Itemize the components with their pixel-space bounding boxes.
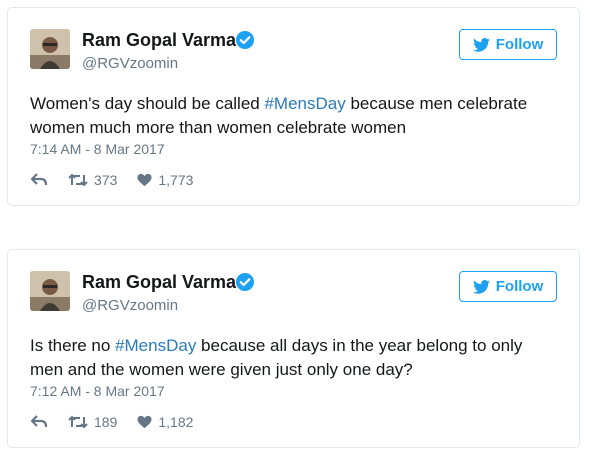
retweet-button[interactable]: 189 [68,414,117,430]
retweet-icon [68,415,88,429]
timestamp[interactable]: 7:12 AM - 8 Mar 2017 [30,383,165,399]
hashtag-link[interactable]: #MensDay [115,336,196,355]
tweet-text-start: Is there no [30,336,116,355]
retweet-icon [68,173,88,187]
retweet-count: 189 [94,414,118,430]
twitter-bird-icon [472,37,490,52]
avatar[interactable] [30,271,70,311]
avatar[interactable] [30,29,70,69]
reply-button[interactable] [30,173,48,187]
reply-button[interactable] [30,415,48,429]
author-handle[interactable]: @RGVzoomin [82,55,178,72]
like-button[interactable]: 1,773 [137,172,193,188]
like-count: 1,773 [158,172,194,188]
tweet-card: Ram Gopal Varma @RGVzoomin Follow Is the… [7,249,580,448]
tweet-text: Is there no #MensDay because all days in… [30,334,560,382]
tweet-actions: 373 1,773 [30,170,193,190]
retweet-button[interactable]: 373 [68,172,117,188]
tweet-text-start: Women's day should be called [30,94,265,113]
author-name[interactable]: Ram Gopal Varma [82,30,236,51]
tweet-card: Ram Gopal Varma @RGVzoomin Follow Women'… [7,7,580,206]
hashtag-link[interactable]: #MensDay [264,94,345,113]
follow-label: Follow [495,278,544,295]
follow-button[interactable]: Follow [459,271,557,302]
retweet-count: 373 [94,172,118,188]
follow-button[interactable]: Follow [459,29,557,60]
verified-badge-icon [235,272,255,292]
author-handle[interactable]: @RGVzoomin [82,297,178,314]
verified-badge-icon [235,30,255,50]
reply-icon [30,415,48,428]
author-name[interactable]: Ram Gopal Varma [82,272,236,293]
heart-icon [137,173,152,187]
like-button[interactable]: 1,182 [137,414,193,430]
follow-label: Follow [495,36,544,53]
timestamp[interactable]: 7:14 AM - 8 Mar 2017 [30,141,165,157]
twitter-bird-icon [472,279,490,294]
heart-icon [137,415,152,429]
reply-icon [30,173,48,186]
like-count: 1,182 [158,414,194,430]
tweet-actions: 189 1,182 [30,412,193,432]
tweet-text: Women's day should be called #MensDay be… [30,92,560,140]
